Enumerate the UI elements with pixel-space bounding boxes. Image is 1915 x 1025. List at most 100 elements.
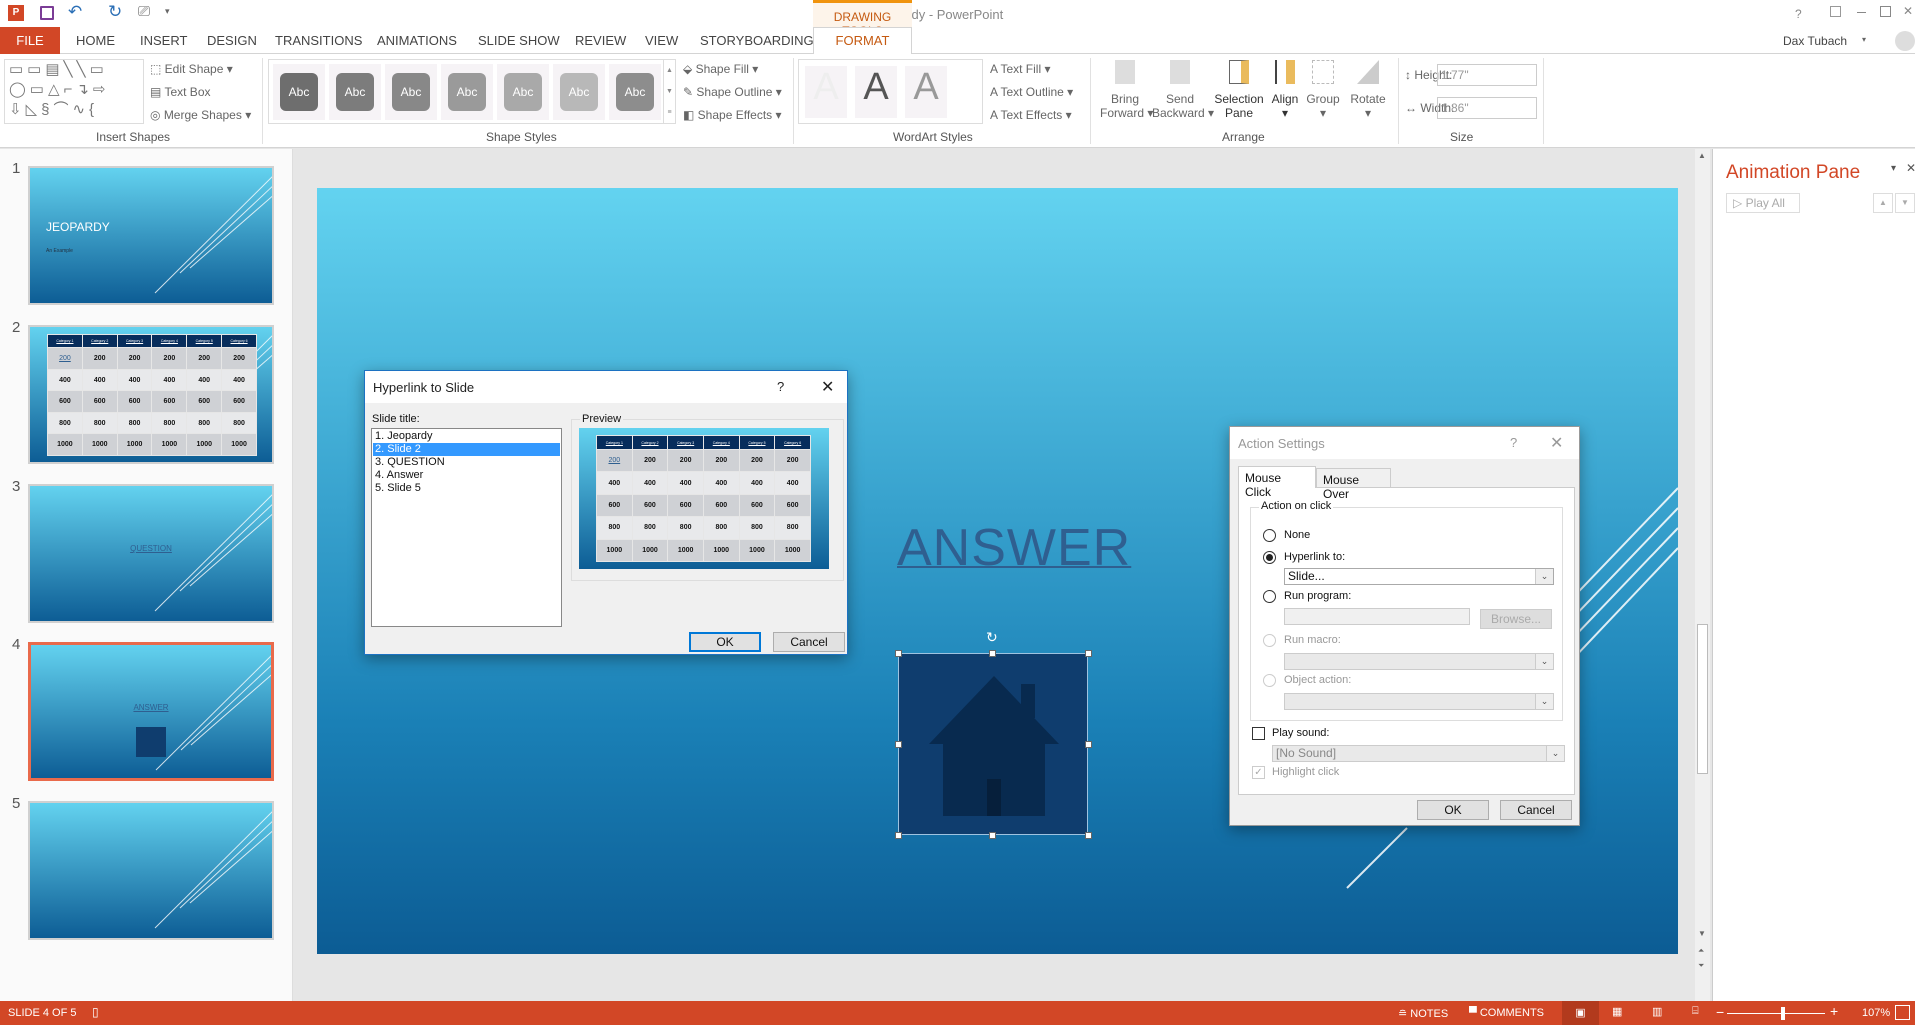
fit-to-window-icon[interactable]: [1895, 1005, 1910, 1020]
shape-style-3[interactable]: Abc: [385, 64, 437, 120]
shape-effects-button[interactable]: ◧ Shape Effects ▾: [683, 108, 782, 122]
category-header[interactable]: Category 4: [151, 333, 188, 349]
highlight-click-checkbox[interactable]: ✓: [1252, 766, 1265, 779]
selection-pane-button[interactable]: Selection Pane: [1212, 60, 1266, 120]
shape-style-6[interactable]: Abc: [553, 64, 605, 120]
pane-options-icon[interactable]: ▾: [1891, 163, 1896, 174]
resize-handle[interactable]: [895, 741, 902, 748]
slide-show-button[interactable]: ⌸: [1692, 1005, 1699, 1018]
value-cell[interactable]: 1000: [151, 433, 188, 456]
wordart-style-2[interactable]: A: [855, 66, 897, 118]
hyperlink-to-select[interactable]: Slide... ⌄: [1284, 568, 1554, 585]
value-cell[interactable]: 1000: [186, 433, 223, 456]
height-input[interactable]: 1.77": [1437, 64, 1537, 86]
value-cell[interactable]: 400: [186, 368, 223, 392]
slide-thumbnail-panel[interactable]: 1 JEOPARDY An Example 2 Category 1 Category 2…: [0, 149, 293, 1001]
value-cell[interactable]: 800: [151, 411, 188, 435]
tab-slide-show[interactable]: SLIDE SHOW: [478, 33, 560, 48]
bring-forward-button[interactable]: Bring Forward ▾: [1100, 60, 1153, 120]
value-cell[interactable]: 400: [116, 368, 153, 392]
value-cell[interactable]: 800: [702, 516, 740, 540]
category-header[interactable]: Category 5: [738, 435, 776, 450]
list-item[interactable]: 1. Jeopardy: [373, 430, 560, 443]
list-item[interactable]: 4. Answer: [373, 469, 560, 482]
value-cell[interactable]: 800: [186, 411, 223, 435]
hyperlink-to-label[interactable]: Hyperlink to:: [1284, 551, 1345, 563]
value-cell[interactable]: 1000: [116, 433, 153, 456]
tab-format[interactable]: FORMAT: [813, 27, 912, 55]
resize-handle[interactable]: [1085, 650, 1092, 657]
run-program-input[interactable]: [1284, 608, 1470, 625]
tab-view[interactable]: VIEW: [645, 33, 678, 48]
slide-title-list[interactable]: 1. Jeopardy 2. Slide 2 3. QUESTION 4. Answe…: [371, 428, 562, 627]
play-sound-checkbox[interactable]: [1252, 727, 1265, 740]
send-backward-button[interactable]: Send Backward ▾: [1152, 60, 1214, 120]
zoom-slider-thumb[interactable]: [1781, 1007, 1786, 1020]
move-down-button[interactable]: ▼: [1895, 193, 1915, 213]
value-cell[interactable]: 600: [186, 390, 223, 413]
tab-mouse-over[interactable]: Mouse Over: [1316, 468, 1391, 501]
slide-thumbnail-4[interactable]: ANSWER: [28, 642, 274, 781]
shape-fill-button[interactable]: ⬙ Shape Fill ▾: [683, 62, 758, 76]
object-action-radio[interactable]: [1263, 674, 1276, 687]
value-cell[interactable]: 200: [116, 347, 153, 370]
value-cell[interactable]: 600: [702, 493, 740, 518]
value-cell[interactable]: 400: [596, 471, 633, 495]
value-cell[interactable]: 600: [631, 493, 669, 518]
value-cell[interactable]: 200: [738, 448, 776, 473]
align-button[interactable]: Align ▾: [1268, 60, 1302, 120]
value-cell[interactable]: 600: [596, 493, 633, 518]
width-input[interactable]: 1.86": [1437, 97, 1537, 119]
value-cell[interactable]: 800: [116, 411, 153, 435]
resize-handle[interactable]: [895, 650, 902, 657]
vertical-scrollbar[interactable]: ▲ ▼ ⏶ ⏷: [1695, 149, 1710, 1001]
zoom-level[interactable]: 107%: [1862, 1007, 1890, 1019]
value-cell[interactable]: 200: [151, 347, 188, 370]
spelling-icon[interactable]: ▯: [92, 1005, 99, 1019]
value-cell[interactable]: 200: [702, 448, 740, 473]
browse-button[interactable]: Browse...: [1480, 609, 1552, 629]
category-header[interactable]: Category 5: [186, 333, 223, 349]
category-header[interactable]: Category 1: [47, 333, 83, 349]
shape-style-5[interactable]: Abc: [497, 64, 549, 120]
text-outline-button[interactable]: A Text Outline ▾: [990, 85, 1073, 99]
category-header[interactable]: Category 2: [631, 435, 669, 450]
value-cell[interactable]: 600: [738, 493, 776, 518]
tab-file[interactable]: FILE: [0, 27, 60, 54]
sound-select[interactable]: [No Sound] ⌄: [1272, 745, 1565, 762]
category-header[interactable]: Category 2: [81, 333, 118, 349]
next-slide-icon[interactable]: ⏷: [1698, 961, 1704, 971]
shape-style-1[interactable]: Abc: [273, 64, 325, 120]
slide-sorter-button[interactable]: ▦: [1612, 1005, 1622, 1018]
wordart-style-1[interactable]: A: [805, 66, 847, 118]
tab-transitions[interactable]: TRANSITIONS: [275, 33, 362, 48]
comments-button[interactable]: ▀ COMMENTS: [1469, 1007, 1544, 1019]
value-cell[interactable]: 1000: [774, 538, 811, 563]
value-cell[interactable]: 1000: [81, 433, 118, 456]
value-cell[interactable]: 800: [47, 411, 83, 435]
value-cell[interactable]: 400: [667, 471, 704, 495]
value-cell[interactable]: 800: [774, 516, 811, 540]
ribbon-display-icon[interactable]: [1830, 6, 1841, 17]
value-cell[interactable]: 400: [631, 471, 669, 495]
shape-style-7[interactable]: Abc: [609, 64, 661, 120]
value-cell[interactable]: 600: [151, 390, 188, 413]
value-cell[interactable]: 200: [221, 347, 257, 370]
chevron-down-icon[interactable]: ▾: [1862, 35, 1866, 44]
value-cell[interactable]: 600: [116, 390, 153, 413]
ok-button[interactable]: OK: [689, 632, 761, 652]
scroll-thumb[interactable]: [1697, 624, 1708, 774]
value-cell[interactable]: 600: [667, 493, 704, 518]
value-cell[interactable]: 200: [631, 448, 669, 473]
play-all-button[interactable]: ▷ Play All: [1726, 193, 1800, 213]
slide-thumbnail-3[interactable]: QUESTION: [28, 484, 274, 623]
value-cell[interactable]: 1000: [667, 538, 704, 563]
tab-design[interactable]: DESIGN: [207, 33, 257, 48]
merge-shapes-button[interactable]: ◎ Merge Shapes ▾: [150, 108, 251, 122]
avatar[interactable]: [1895, 31, 1915, 51]
answer-heading[interactable]: ANSWER: [897, 518, 1131, 578]
value-cell[interactable]: 400: [738, 471, 776, 495]
close-icon[interactable]: ✕: [821, 377, 834, 397]
value-cell[interactable]: 800: [596, 516, 633, 540]
edit-shape-button[interactable]: ⬚ Edit Shape ▾: [150, 62, 233, 76]
